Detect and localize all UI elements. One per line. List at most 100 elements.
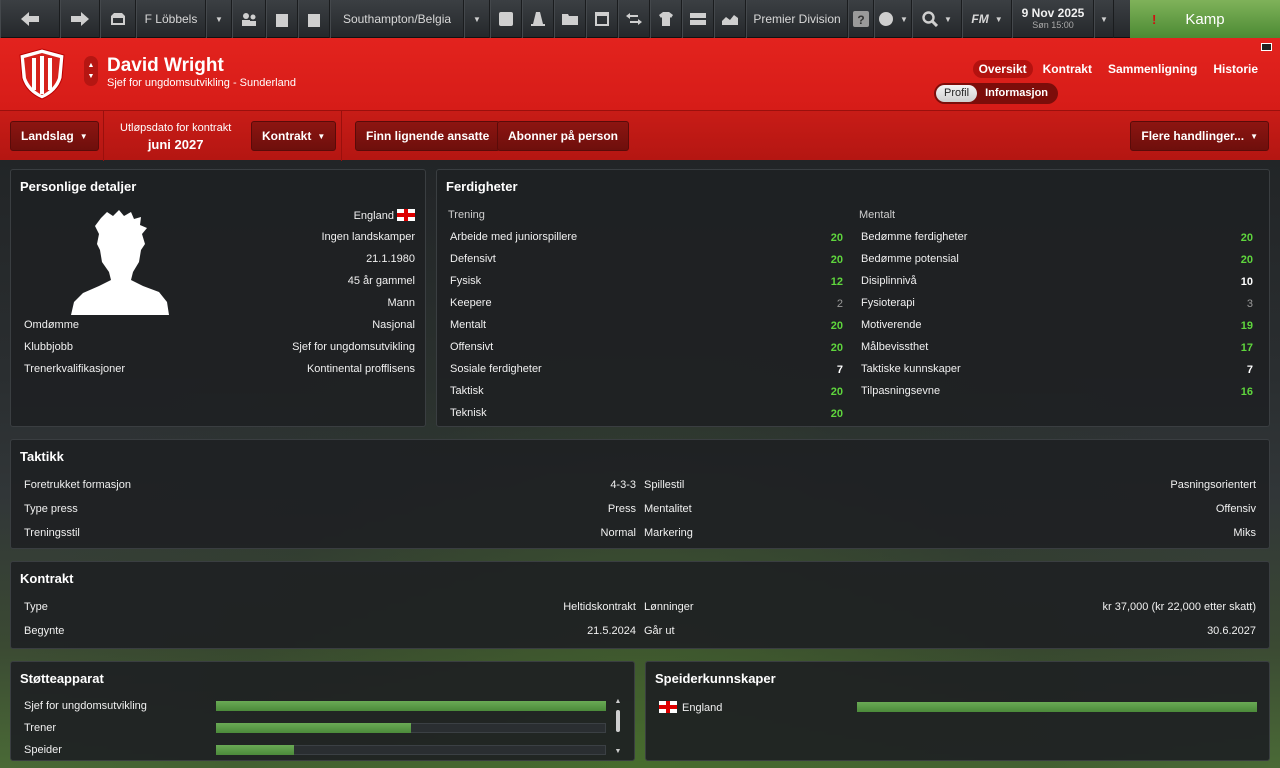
transfers-button[interactable] — [618, 0, 650, 38]
search-menu[interactable]: ▼ — [912, 0, 962, 38]
stats-button[interactable] — [714, 0, 746, 38]
manager-name: F Löbbels — [144, 12, 198, 26]
tactic-label: Foretrukket formasjon — [24, 479, 131, 491]
chevron-down-icon: ▼ — [317, 131, 326, 141]
training-button[interactable] — [522, 0, 554, 38]
detail-value: Sjef for ungdomsutvikling — [292, 341, 415, 353]
contract-label: Begynte — [24, 625, 65, 637]
game-date[interactable]: 9 Nov 2025 Søn 15:00 — [1012, 0, 1094, 38]
attribute-value: 3 — [1246, 298, 1253, 310]
attribute-label: Defensivt — [450, 253, 496, 265]
chevron-down-icon: ▼ — [215, 14, 223, 24]
tactic-value: Miks — [1233, 527, 1256, 539]
folder-button[interactable] — [554, 0, 586, 38]
person-stepper[interactable]: ▲ ▼ — [84, 56, 98, 86]
tab-oversikt[interactable]: Oversikt — [972, 60, 1033, 78]
scroll-down-icon[interactable]: ▼ — [614, 748, 622, 755]
finances-icon — [690, 13, 706, 25]
nationality-label: England — [353, 210, 394, 222]
attribute-label: Fysioterapi — [861, 297, 915, 309]
cone-icon — [531, 12, 545, 26]
tab-kontrakt[interactable]: Kontrakt — [1037, 60, 1098, 78]
window-mode-icon[interactable] — [1261, 43, 1272, 51]
current-date: 9 Nov 2025 — [1021, 6, 1085, 20]
attribute-value: 2 — [836, 298, 843, 310]
tactic-value: Normal — [600, 527, 636, 539]
shirt-button[interactable] — [650, 0, 682, 38]
calendar-button[interactable] — [586, 0, 618, 38]
manager-menu[interactable]: F Löbbels — [136, 0, 206, 38]
panel-title: Speiderkunnskaper — [655, 671, 776, 686]
club-path[interactable]: Southampton/Belgia — [330, 0, 464, 38]
attribute-label: Disiplinnivå — [861, 275, 917, 287]
club-dropdown[interactable]: ▼ — [464, 0, 490, 38]
attribute-label: Tilpasningsevne — [861, 385, 941, 397]
attribute-value: 12 — [830, 276, 843, 288]
subtab-informasjon[interactable]: Informasjon — [977, 85, 1056, 102]
alert-icon: ! — [1152, 11, 1157, 27]
kontrakt-button[interactable]: Kontrakt ▼ — [251, 121, 337, 151]
chevron-down-icon: ▼ — [944, 14, 952, 24]
detail-label: Klubbjobb — [24, 341, 73, 353]
tactic-label: Mentalitet — [644, 503, 692, 515]
detail-label: Trenerkvalifikasjoner — [24, 363, 126, 375]
clipboard-button[interactable] — [266, 0, 298, 38]
continue-label: Kamp — [1185, 10, 1225, 28]
fm-menu[interactable]: FM ▼ — [962, 0, 1012, 38]
globe-icon — [879, 12, 894, 26]
skills-panel: Ferdigheter Trening Mentalt Arbeide med … — [436, 169, 1270, 427]
scouting-region: England — [659, 701, 722, 714]
contract-expiry: Utløpsdato for kontrakt juni 2027 — [120, 122, 231, 152]
continue-button[interactable]: ! Kamp — [1130, 0, 1280, 38]
staff-button[interactable] — [232, 0, 266, 38]
scroll-up-icon[interactable]: ▲ — [614, 698, 622, 705]
current-time: Søn 15:00 — [1032, 20, 1074, 30]
panel-title: Ferdigheter — [446, 179, 518, 194]
top-toolbar: F Löbbels ▼ Southampton/Belgia ▼ Premier… — [0, 0, 1280, 38]
chevron-down-icon[interactable]: ▼ — [88, 71, 95, 82]
person-role: Sjef for ungdomsutvikling - Sunderland — [107, 77, 296, 89]
tactic-value: 4-3-3 — [610, 479, 636, 491]
back-button[interactable] — [0, 0, 60, 38]
divider — [103, 111, 104, 161]
attribute-value: 20 — [830, 408, 843, 420]
date-dropdown[interactable]: ▼ — [1094, 0, 1114, 38]
panel-title: Taktikk — [20, 449, 64, 464]
division-button[interactable]: Premier Division — [746, 0, 848, 38]
inbox-button[interactable] — [100, 0, 136, 38]
document-icon — [308, 13, 320, 27]
attribute-label: Arbeide med juniorspillere — [450, 231, 578, 243]
tab-sammenligning[interactable]: Sammenligning — [1102, 60, 1203, 78]
subtab-profil[interactable]: Profil — [936, 85, 978, 102]
inbox-icon — [111, 13, 125, 25]
landslag-label: Landslag — [21, 129, 74, 143]
support-staff-label: Sjef for ungdomsutvikling — [24, 700, 147, 712]
chevron-up-icon[interactable]: ▲ — [88, 60, 95, 71]
world-menu[interactable]: ▼ — [874, 0, 912, 38]
chevron-down-icon: ▼ — [1250, 131, 1258, 141]
kontrakt-label: Kontrakt — [262, 129, 312, 143]
scrollbar-thumb[interactable] — [616, 710, 620, 732]
transfer-arrows-icon — [626, 13, 642, 25]
fm-logo: FM — [971, 12, 989, 26]
document-button[interactable] — [298, 0, 330, 38]
forward-button[interactable] — [60, 0, 100, 38]
landslag-button[interactable]: Landslag ▼ — [10, 121, 99, 151]
more-actions-button[interactable]: Flere handlinger... ▼ — [1130, 121, 1269, 151]
support-staff-bar — [216, 701, 606, 711]
tactic-label: Treningsstil — [24, 527, 80, 539]
help-button[interactable]: ? — [848, 0, 874, 38]
find-similar-button[interactable]: Finn lignende ansatte — [355, 121, 501, 151]
finances-button[interactable] — [682, 0, 714, 38]
contract-value: 21.5.2024 — [587, 625, 636, 637]
manager-dropdown[interactable]: ▼ — [206, 0, 232, 38]
date-of-birth: 21.1.1980 — [366, 253, 415, 265]
mental-header: Mentalt — [859, 209, 896, 221]
attribute-value: 7 — [1246, 364, 1253, 376]
attribute-label: Taktiske kunnskaper — [861, 363, 961, 375]
tactics-button[interactable] — [490, 0, 522, 38]
tab-historie[interactable]: Historie — [1207, 60, 1264, 78]
more-actions-label: Flere handlinger... — [1141, 129, 1245, 143]
subscribe-button[interactable]: Abonner på person — [497, 121, 630, 151]
subscribe-label: Abonner på person — [508, 129, 619, 143]
